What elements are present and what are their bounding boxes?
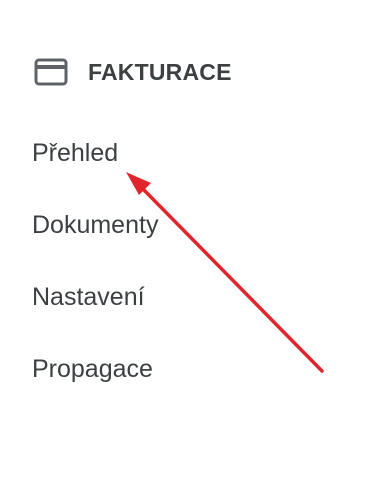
billing-nav-menu: Přehled Dokumenty Nastavení Propagace <box>32 133 158 421</box>
nav-item-dokumenty: Dokumenty <box>32 205 158 277</box>
section-header: FAKTURACE <box>34 56 232 88</box>
nav-item-nastaveni: Nastavení <box>32 277 158 349</box>
nav-link-prehled[interactable]: Přehled <box>32 133 118 173</box>
section-title: FAKTURACE <box>88 58 232 85</box>
nav-link-propagace[interactable]: Propagace <box>32 349 153 389</box>
nav-link-dokumenty[interactable]: Dokumenty <box>32 205 158 245</box>
credit-card-icon <box>34 58 68 86</box>
nav-link-nastaveni[interactable]: Nastavení <box>32 277 145 317</box>
nav-item-propagace: Propagace <box>32 349 158 421</box>
nav-item-prehled: Přehled <box>32 133 158 205</box>
